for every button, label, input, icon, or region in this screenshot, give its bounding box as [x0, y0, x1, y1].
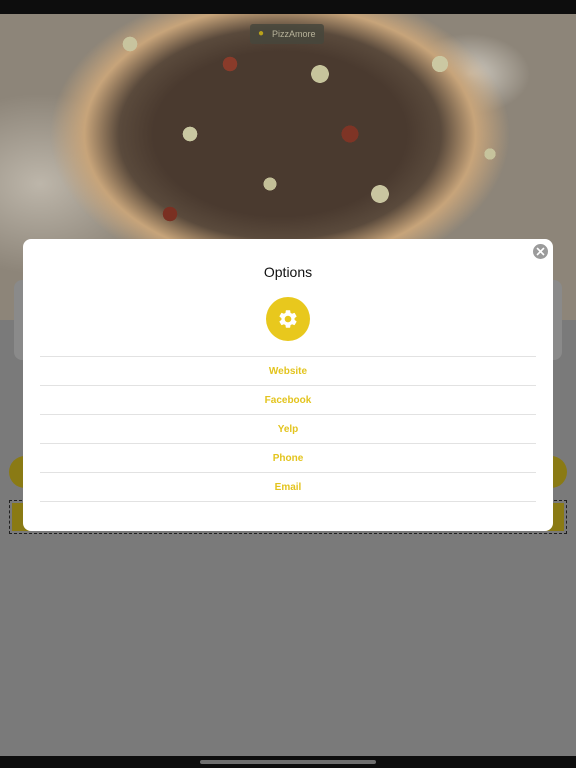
- option-website[interactable]: Website: [40, 357, 536, 386]
- option-label: Website: [268, 365, 308, 377]
- gear-icon: [279, 310, 297, 328]
- home-indicator[interactable]: [200, 760, 376, 764]
- option-label: Facebook: [264, 394, 312, 406]
- close-button[interactable]: [533, 244, 548, 259]
- location-pin-icon: ●: [258, 28, 265, 39]
- option-facebook[interactable]: Facebook: [40, 386, 536, 415]
- options-list: Website Facebook Yelp Phone Email: [40, 356, 536, 502]
- option-label: Email: [274, 481, 302, 493]
- brand-chip: ● PizzAmore: [250, 24, 324, 44]
- option-label: Yelp: [277, 423, 299, 435]
- gear-badge: [266, 297, 310, 341]
- brand-chip-label: PizzAmore: [272, 29, 316, 39]
- option-email[interactable]: Email: [40, 473, 536, 502]
- close-icon: [536, 247, 545, 256]
- option-yelp[interactable]: Yelp: [40, 415, 536, 444]
- options-modal: Options Website Facebook Yelp Phone Emai…: [23, 239, 553, 531]
- modal-title: Options: [263, 264, 313, 280]
- option-label: Phone: [272, 452, 304, 464]
- status-bar: [0, 0, 576, 14]
- option-phone[interactable]: Phone: [40, 444, 536, 473]
